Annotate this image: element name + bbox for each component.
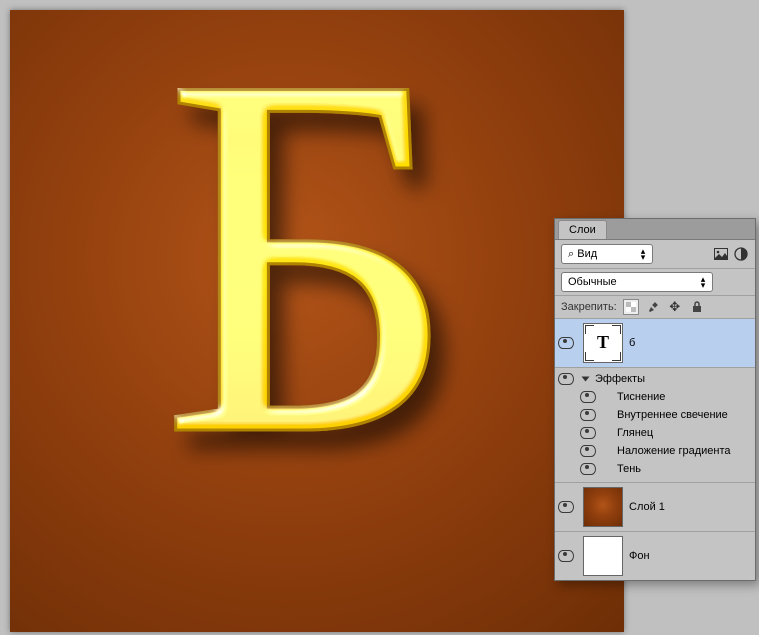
visibility-eye-icon[interactable]	[580, 463, 596, 475]
fx-item-label: Глянец	[617, 427, 653, 439]
layer-list: T б Эффекты Тиснение Внутреннее свечение	[555, 319, 755, 580]
fx-item-label: Тиснение	[617, 391, 665, 403]
fx-item-label: Наложение градиента	[617, 445, 731, 457]
layer-name[interactable]: б	[629, 337, 635, 349]
fx-item-row[interactable]: Тиснение	[555, 388, 755, 406]
artwork-letter: Б	[10, 10, 624, 632]
lock-row: Закрепить: ✥	[555, 296, 755, 319]
layer-name[interactable]: Слой 1	[629, 501, 665, 513]
adjust-icon[interactable]	[733, 246, 749, 262]
lock-brush-icon[interactable]	[645, 299, 661, 315]
layer-thumb-text[interactable]: T	[583, 323, 623, 363]
text-type-icon: T	[584, 333, 622, 351]
visibility-eye-icon[interactable]	[580, 409, 596, 421]
visibility-eye-icon[interactable]	[558, 550, 574, 562]
visibility-eye-icon[interactable]	[580, 445, 596, 457]
layer-name[interactable]: Фон	[629, 550, 650, 562]
layer-thumb-white[interactable]	[583, 536, 623, 576]
blend-mode-row: Обычные ▴▾	[555, 269, 755, 296]
visibility-eye-icon[interactable]	[558, 501, 574, 513]
visibility-eye-icon[interactable]	[558, 373, 574, 385]
document-canvas[interactable]: Б	[10, 10, 624, 632]
lock-all-icon[interactable]	[689, 299, 705, 315]
lock-label: Закрепить:	[561, 301, 617, 313]
layer-row-background[interactable]: Фон	[555, 532, 755, 580]
layer-filter-select[interactable]: ⌕ Вид ▴▾	[561, 244, 653, 264]
tab-layers[interactable]: Слои	[558, 220, 607, 239]
layers-panel: Слои ⌕ Вид ▴▾ Обычные ▴▾ Закрепить: ✥	[554, 218, 756, 581]
layer-row-layer1[interactable]: Слой 1	[555, 483, 755, 532]
panel-filter-row: ⌕ Вид ▴▾	[555, 240, 755, 269]
lock-transparency-icon[interactable]	[623, 299, 639, 315]
canvas-area[interactable]: Б	[10, 10, 624, 632]
visibility-eye-icon[interactable]	[558, 337, 574, 349]
fx-item-label: Внутреннее свечение	[617, 409, 728, 421]
fx-header-row[interactable]: Эффекты	[555, 370, 755, 388]
fx-item-label: Тень	[617, 463, 641, 475]
gold-letter: Б	[161, 10, 460, 543]
blend-mode-select[interactable]: Обычные ▴▾	[561, 272, 713, 292]
layer-thumb-gradient[interactable]	[583, 487, 623, 527]
fx-item-row[interactable]: Наложение градиента	[555, 442, 755, 460]
image-icon[interactable]	[713, 246, 729, 262]
layer-row-text[interactable]: T б	[555, 319, 755, 368]
fx-item-row[interactable]: Внутреннее свечение	[555, 406, 755, 424]
lock-move-icon[interactable]: ✥	[667, 299, 683, 315]
fx-item-row[interactable]: Глянец	[555, 424, 755, 442]
fx-list: Эффекты Тиснение Внутреннее свечение Гля…	[555, 368, 755, 483]
visibility-eye-icon[interactable]	[580, 427, 596, 439]
panel-tab-row: Слои	[555, 219, 755, 240]
visibility-eye-icon[interactable]	[580, 391, 596, 403]
fx-header-label: Эффекты	[595, 373, 645, 385]
disclosure-triangle-icon[interactable]	[581, 377, 589, 382]
fx-item-row[interactable]: Тень	[555, 460, 755, 478]
